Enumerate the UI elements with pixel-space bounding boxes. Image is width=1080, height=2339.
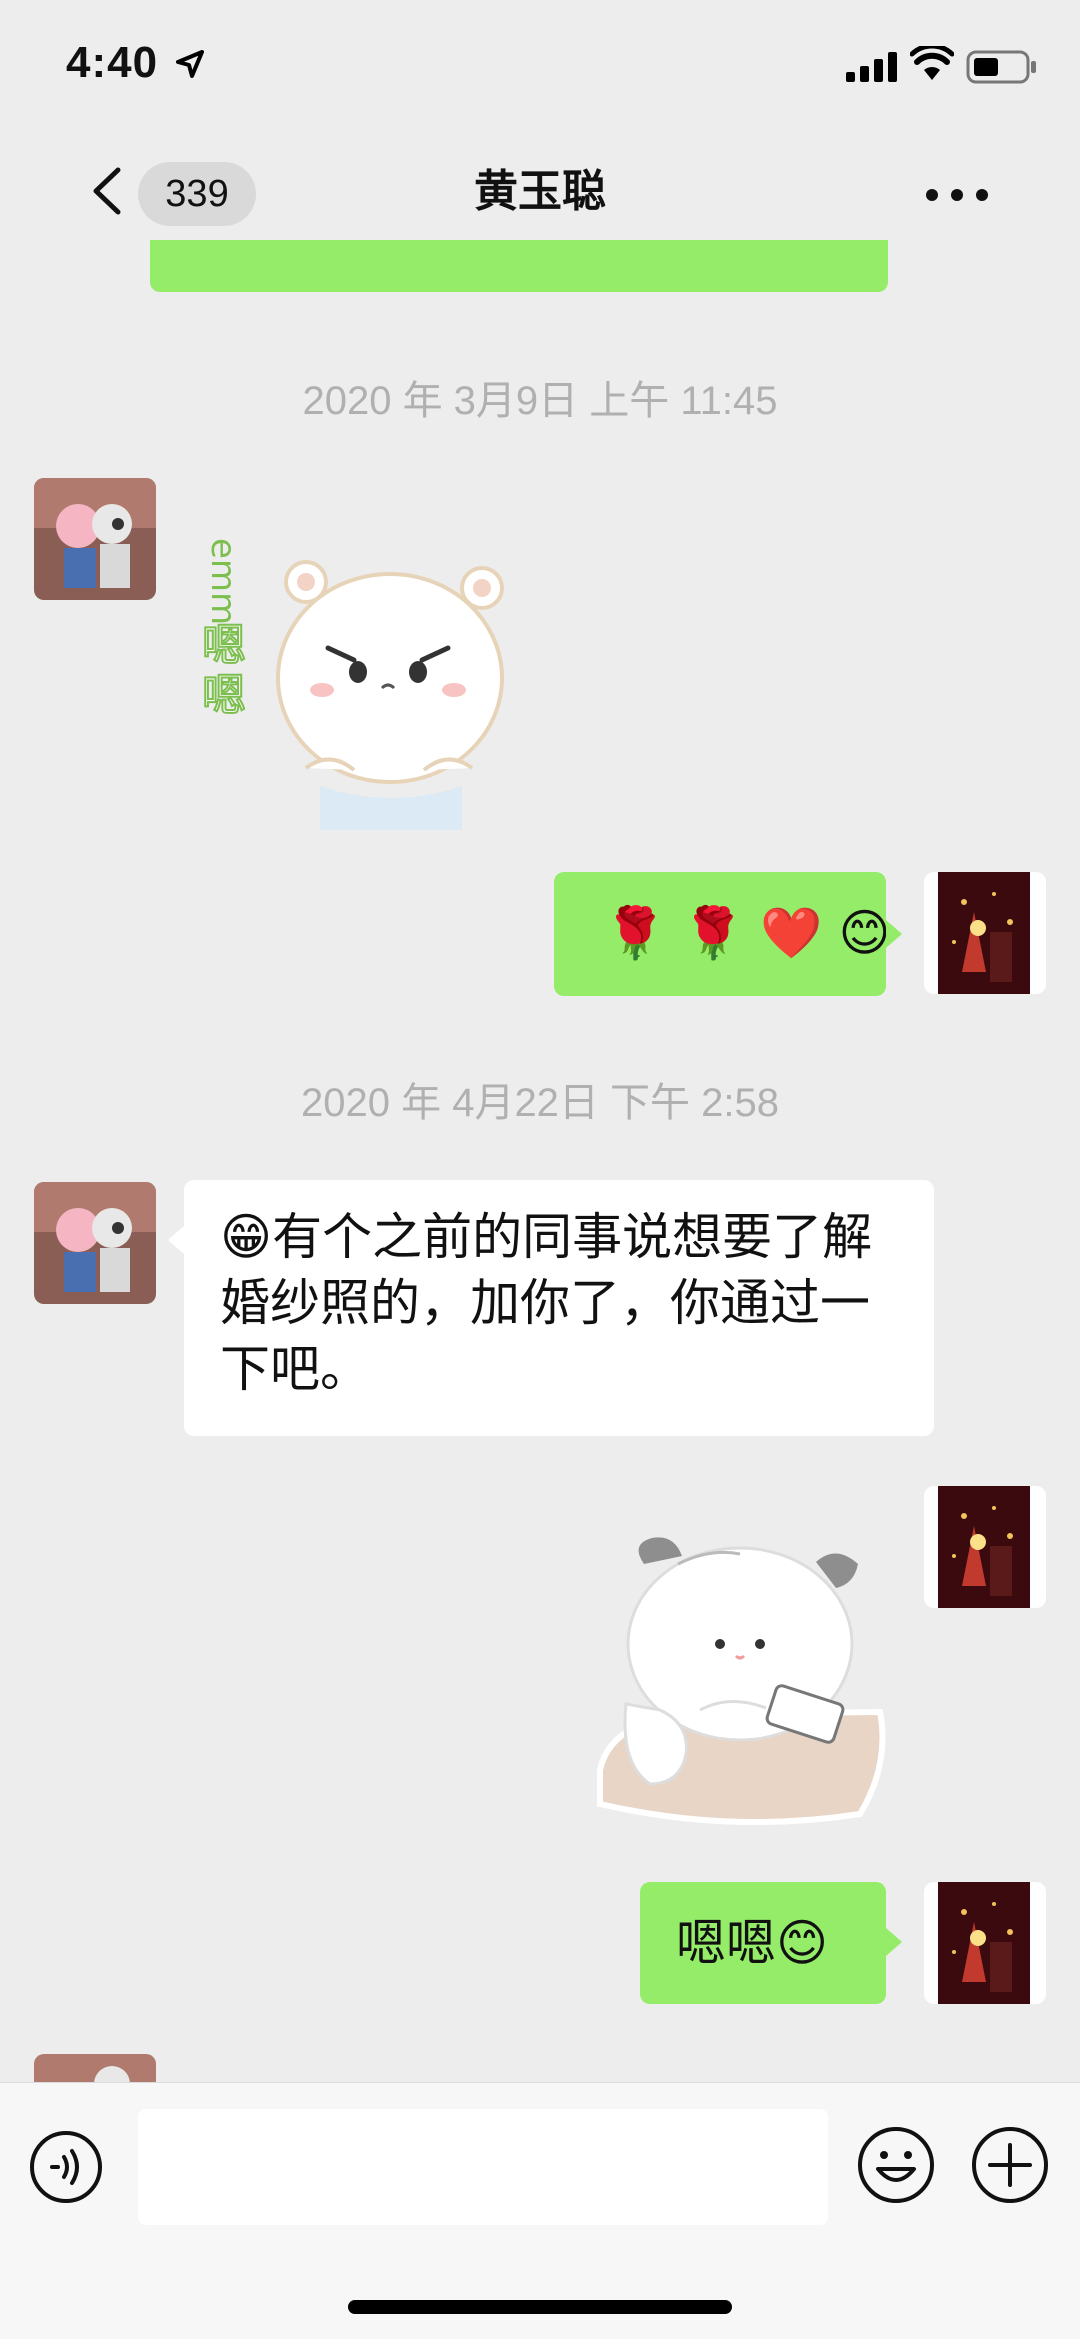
contact-avatar[interactable] [34,2054,156,2082]
bubble-tail [886,920,902,948]
sticker-text-ennen: 嗯嗯 [202,620,246,721]
self-avatar[interactable] [924,1882,1046,2004]
home-indicator[interactable] [348,2300,732,2314]
cat-leaning-on-table-sticker[interactable] [590,1534,890,1834]
bubble-tail [886,1928,902,1956]
sent-message-bubble[interactable]: 🌹 🌹 ❤️ 😊 [554,872,891,996]
voice-icon[interactable] [28,2129,104,2205]
sticker-text-emm: emm [203,538,243,625]
bubble-tail [168,1226,184,1254]
message-input[interactable] [138,2109,828,2225]
chat-header: 339 黄玉聪 [0,130,1080,250]
self-avatar[interactable] [924,1486,1046,1608]
unread-count-badge[interactable]: 339 [138,162,256,226]
previous-message-bubble[interactable] [150,240,888,292]
battery-icon [966,50,1036,84]
message-text: 😁有个之前的同事说想要了解婚纱照的，加你了，你通过一下吧。 [220,1208,873,1398]
more-icon[interactable] [922,170,992,220]
contact-avatar[interactable] [34,478,156,600]
message-timestamp: 2020 年 4月22日 下午 2:58 [300,1081,780,1125]
received-message-bubble[interactable]: 😁有个之前的同事说想要了解婚纱照的，加你了，你通过一下吧。 [184,1180,934,1436]
hamster-grumpy-sticker[interactable]: emm 嗯嗯 [196,530,526,830]
signal-icon [846,52,897,82]
contact-avatar[interactable] [34,1182,156,1304]
plus-icon[interactable] [970,2125,1050,2205]
emoji-icon[interactable] [856,2125,936,2205]
self-avatar[interactable] [924,872,1046,994]
message-timestamp: 2020 年 3月9日 上午 11:45 [302,379,778,423]
sent-message-bubble[interactable]: 嗯嗯😊 [640,1882,886,2004]
status-time: 4:40 [66,38,159,87]
message-text: 嗯嗯😊 [676,1914,829,1972]
message-text: 🌹 🌹 ❤️ 😊 [604,904,891,962]
wifi-icon [910,46,954,80]
location-arrow-icon [176,50,204,78]
back-chevron-icon[interactable] [88,166,128,216]
chat-title: 黄玉聪 [474,166,606,217]
status-bar: 4:40 [0,0,1080,130]
